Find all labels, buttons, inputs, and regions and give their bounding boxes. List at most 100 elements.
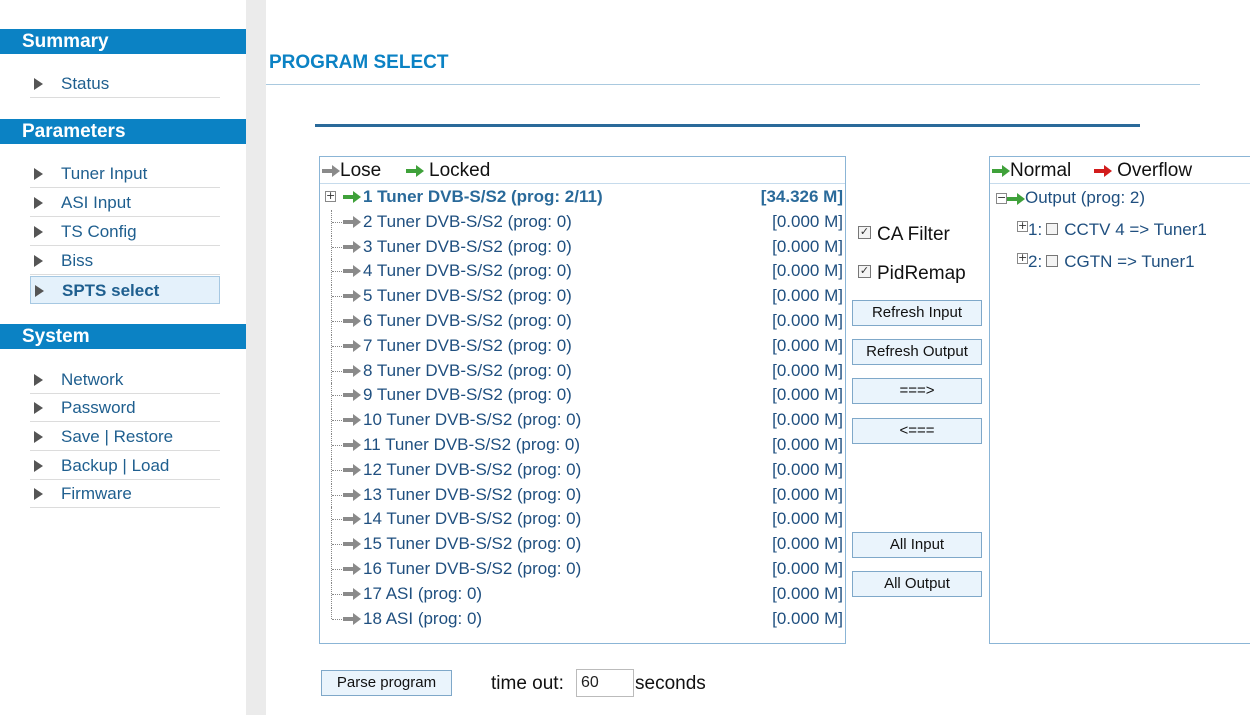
sidebar-item-biss[interactable]: Biss bbox=[30, 247, 220, 275]
pid-remap-toggle[interactable]: ✓ PidRemap bbox=[858, 263, 966, 285]
output-program-tree: Normal Overflow − Output (prog: 2) +1: CCT… bbox=[989, 156, 1250, 644]
input-row[interactable]: 14 Tuner DVB-S/S2 (prog: 0) [0.000 M] bbox=[320, 507, 847, 532]
refresh-output-button[interactable]: Refresh Output bbox=[852, 339, 982, 365]
input-row[interactable]: 6 Tuner DVB-S/S2 (prog: 0) [0.000 M] bbox=[320, 309, 847, 333]
input-row[interactable]: 9 Tuner DVB-S/S2 (prog: 0) [0.000 M] bbox=[320, 383, 847, 408]
lose-arrow-icon bbox=[343, 612, 361, 625]
tree-line bbox=[332, 321, 342, 322]
parse-program-button[interactable]: Parse program bbox=[321, 670, 452, 696]
lose-arrow-icon bbox=[343, 364, 361, 377]
pid-remap-label: PidRemap bbox=[877, 263, 966, 284]
section-divider bbox=[315, 124, 1140, 127]
input-row-bitrate: [0.000 M] bbox=[772, 435, 843, 454]
output-legend: Normal Overflow bbox=[992, 160, 1192, 182]
all-output-button[interactable]: All Output bbox=[852, 571, 982, 597]
input-row-name: 1 Tuner DVB-S/S2 (prog: 2/11) bbox=[363, 187, 603, 206]
sidebar-item-label: Password bbox=[61, 398, 136, 417]
timeout-unit-label: seconds bbox=[635, 673, 706, 694]
sidebar-item-password[interactable]: Password bbox=[30, 394, 220, 422]
input-row[interactable]: +1 Tuner DVB-S/S2 (prog: 2/11) [34.326 M] bbox=[320, 185, 847, 209]
timeout-input[interactable] bbox=[576, 669, 634, 697]
sidebar-item-asi-input[interactable]: ASI Input bbox=[30, 189, 220, 217]
sidebar-item-save-restore[interactable]: Save | Restore bbox=[30, 423, 220, 451]
input-row[interactable]: 18 ASI (prog: 0) [0.000 M] bbox=[320, 606, 847, 631]
input-row-name: 7 Tuner DVB-S/S2 (prog: 0) bbox=[363, 335, 572, 355]
input-row[interactable]: 11 Tuner DVB-S/S2 (prog: 0) [0.000 M] bbox=[320, 433, 847, 457]
triangle-icon bbox=[34, 168, 43, 180]
lose-arrow-icon bbox=[343, 265, 361, 278]
output-item-checkbox[interactable] bbox=[1046, 254, 1059, 267]
sidebar-item-status[interactable]: Status bbox=[30, 70, 220, 98]
sidebar-item-spts-select[interactable]: SPTS select bbox=[30, 276, 220, 304]
input-row[interactable]: 12 Tuner DVB-S/S2 (prog: 0) [0.000 M] bbox=[320, 457, 847, 482]
output-root[interactable]: − Output (prog: 2) bbox=[996, 188, 1145, 208]
sidebar-item-label: Biss bbox=[61, 251, 94, 270]
tree-line bbox=[332, 395, 342, 397]
output-item[interactable]: +2: CGTN => Tuner1 bbox=[1017, 252, 1195, 272]
output-item[interactable]: +1: CCTV 4 => Tuner1 bbox=[1017, 220, 1207, 240]
tree-line bbox=[332, 271, 342, 273]
input-row-name: 16 Tuner DVB-S/S2 (prog: 0) bbox=[363, 559, 582, 578]
input-row[interactable]: 15 Tuner DVB-S/S2 (prog: 0) [0.000 M] bbox=[320, 532, 847, 557]
input-row[interactable]: 10 Tuner DVB-S/S2 (prog: 0) [0.000 M] bbox=[320, 408, 847, 433]
expand-icon[interactable]: + bbox=[1017, 220, 1028, 232]
lose-arrow-icon bbox=[343, 538, 361, 551]
ca-filter-checkbox[interactable]: ✓ bbox=[858, 226, 871, 240]
input-row[interactable]: 8 Tuner DVB-S/S2 (prog: 0) [0.000 M] bbox=[320, 358, 847, 383]
all-input-button[interactable]: All Input bbox=[852, 532, 982, 558]
lose-arrow-icon bbox=[343, 240, 361, 253]
input-row-name: 5 Tuner DVB-S/S2 (prog: 0) bbox=[363, 286, 572, 306]
sidebar: Summary Status Parameters Tuner Input AS… bbox=[0, 0, 246, 715]
lose-arrow-icon bbox=[322, 164, 340, 177]
tree-line bbox=[332, 569, 342, 570]
tree-line bbox=[332, 445, 342, 446]
input-row[interactable]: 13 Tuner DVB-S/S2 (prog: 0) [0.000 M] bbox=[320, 482, 847, 507]
triangle-icon bbox=[34, 255, 43, 267]
sidebar-item-tuner-input[interactable]: Tuner Input bbox=[30, 160, 220, 188]
input-row-bitrate: [0.000 M] bbox=[772, 484, 843, 504]
input-row-bitrate: [0.000 M] bbox=[772, 608, 843, 628]
lose-arrow-icon bbox=[343, 463, 361, 476]
refresh-input-button[interactable]: Refresh Input bbox=[852, 300, 982, 326]
expand-icon[interactable]: + bbox=[1017, 252, 1028, 264]
input-row[interactable]: 17 ASI (prog: 0) [0.000 M] bbox=[320, 581, 847, 606]
lose-arrow-icon bbox=[343, 439, 361, 451]
sidebar-item-label: TS Config bbox=[61, 222, 137, 241]
input-row-bitrate: [0.000 M] bbox=[772, 559, 843, 578]
input-row-name: 14 Tuner DVB-S/S2 (prog: 0) bbox=[363, 509, 582, 529]
input-row-name: 17 ASI (prog: 0) bbox=[363, 583, 483, 603]
sidebar-item-ts-config[interactable]: TS Config bbox=[30, 218, 220, 246]
tree-line bbox=[332, 519, 342, 521]
input-row-bitrate: [0.000 M] bbox=[772, 311, 843, 330]
ca-filter-toggle[interactable]: ✓ CA Filter bbox=[858, 224, 950, 246]
expand-icon[interactable]: + bbox=[325, 190, 336, 202]
input-row-name: 8 Tuner DVB-S/S2 (prog: 0) bbox=[363, 360, 572, 380]
move-left-button[interactable]: <=== bbox=[852, 418, 982, 444]
output-item-index: 2: bbox=[1028, 252, 1043, 271]
triangle-icon bbox=[34, 431, 43, 443]
input-row-bitrate: [0.000 M] bbox=[772, 385, 843, 405]
input-row[interactable]: 3 Tuner DVB-S/S2 (prog: 0) [0.000 M] bbox=[320, 234, 847, 259]
sidebar-item-backup-load[interactable]: Backup | Load bbox=[30, 452, 220, 480]
input-row-name: 18 ASI (prog: 0) bbox=[363, 608, 483, 628]
input-row[interactable]: 4 Tuner DVB-S/S2 (prog: 0) [0.000 M] bbox=[320, 259, 847, 284]
output-item-checkbox[interactable] bbox=[1046, 222, 1059, 235]
move-right-button[interactable]: ===> bbox=[852, 378, 982, 404]
timeout-label: time out: bbox=[491, 673, 564, 694]
input-row-bitrate: [0.000 M] bbox=[772, 534, 843, 554]
legend-overflow-label: Overflow bbox=[1117, 160, 1193, 181]
title-divider bbox=[266, 84, 1200, 85]
collapse-icon[interactable]: − bbox=[996, 192, 1007, 204]
output-root-label: Output (prog: 2) bbox=[1025, 188, 1146, 207]
input-row[interactable]: 16 Tuner DVB-S/S2 (prog: 0) [0.000 M] bbox=[320, 557, 847, 581]
pid-remap-checkbox[interactable]: ✓ bbox=[858, 265, 871, 279]
triangle-icon bbox=[34, 488, 43, 500]
sidebar-item-network[interactable]: Network bbox=[30, 366, 220, 394]
sidebar-item-firmware[interactable]: Firmware bbox=[30, 480, 220, 508]
input-row-name: 9 Tuner DVB-S/S2 (prog: 0) bbox=[363, 385, 572, 405]
sidebar-item-label: Save | Restore bbox=[61, 427, 174, 446]
tree-line bbox=[332, 469, 342, 471]
input-row[interactable]: 2 Tuner DVB-S/S2 (prog: 0) [0.000 M] bbox=[320, 209, 847, 234]
input-row[interactable]: 7 Tuner DVB-S/S2 (prog: 0) [0.000 M] bbox=[320, 333, 847, 358]
input-row[interactable]: 5 Tuner DVB-S/S2 (prog: 0) [0.000 M] bbox=[320, 284, 847, 309]
